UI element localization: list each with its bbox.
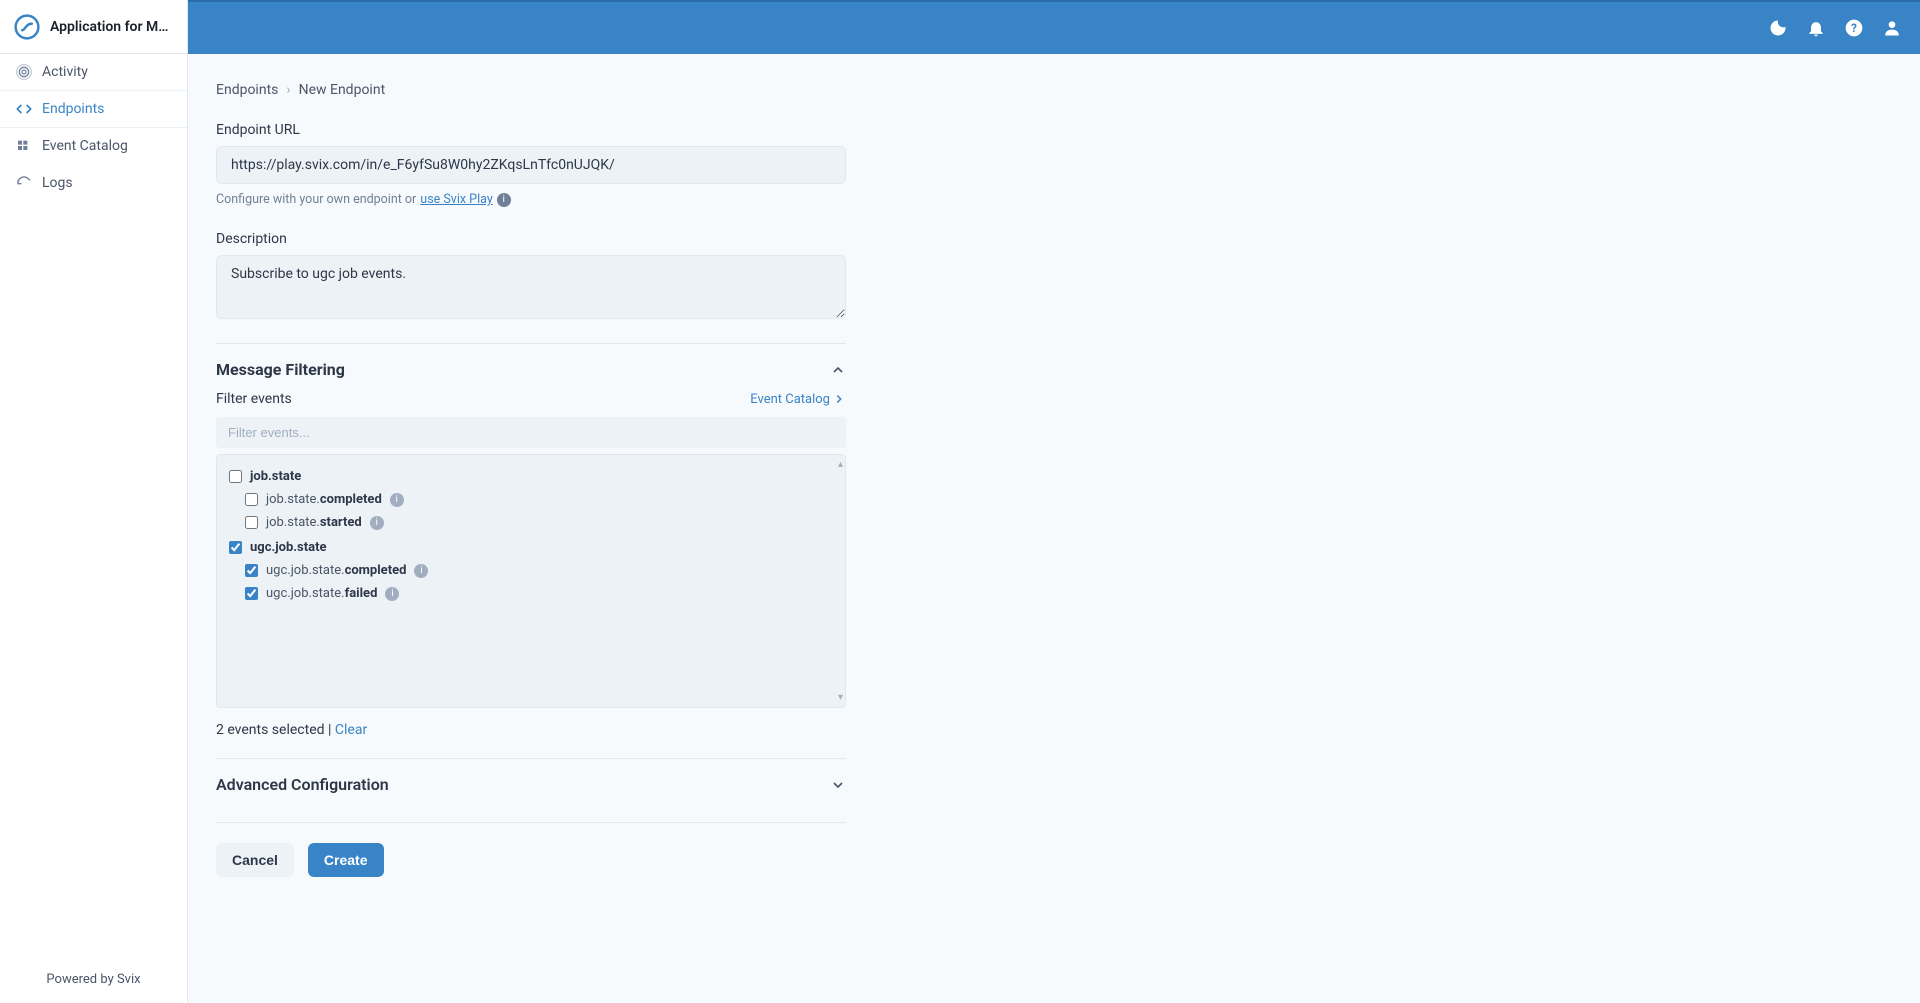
chevron-up-icon: [830, 362, 846, 378]
scroll-down-icon: ▾: [838, 692, 843, 703]
refresh-icon: [16, 175, 32, 191]
event-item[interactable]: job.state.completed i: [229, 488, 833, 511]
event-checkbox[interactable]: [229, 541, 242, 554]
advanced-config-header[interactable]: Advanced Configuration: [216, 759, 846, 802]
svix-play-link[interactable]: use Svix Play: [420, 192, 492, 207]
filter-events-label: Filter events: [216, 391, 292, 407]
topbar-right: ?: [188, 0, 1920, 54]
sidebar-footer: Powered by Svix: [0, 956, 187, 1003]
info-icon[interactable]: i: [497, 193, 511, 207]
sidebar-item-label: Event Catalog: [42, 138, 128, 154]
url-label: Endpoint URL: [216, 122, 846, 138]
event-checkbox[interactable]: [245, 493, 258, 506]
topbar-left: Application for Mov…: [0, 0, 188, 54]
create-button[interactable]: Create: [308, 843, 384, 877]
scroll-up-icon: ▴: [838, 459, 843, 470]
info-icon[interactable]: i: [390, 493, 404, 507]
clear-link[interactable]: Clear: [335, 722, 367, 738]
app-title: Application for Mov…: [50, 19, 173, 35]
breadcrumb-parent[interactable]: Endpoints: [216, 82, 278, 98]
event-group-label: ugc.job.state: [250, 540, 327, 555]
separator: |: [328, 722, 335, 738]
message-filtering-header[interactable]: Message Filtering: [216, 344, 846, 387]
sidebar-item-label: Logs: [42, 175, 73, 191]
event-group-label: job.state: [250, 469, 301, 484]
event-item-label: job.state.completed: [266, 492, 382, 507]
sidebar-item-activity[interactable]: Activity: [0, 54, 187, 91]
sidebar-item-logs[interactable]: Logs: [0, 165, 187, 202]
breadcrumb-current: New Endpoint: [299, 82, 386, 98]
sidebar-item-label: Activity: [42, 64, 88, 80]
chevron-right-icon: ›: [286, 82, 290, 98]
event-item[interactable]: ugc.job.state.completed i: [229, 559, 833, 582]
event-group[interactable]: job.state: [229, 465, 833, 488]
content: Endpoints › New Endpoint Endpoint URL Co…: [188, 54, 1920, 1003]
description-input[interactable]: [216, 255, 846, 319]
selected-count: 2 events selected: [216, 722, 325, 738]
endpoint-url-input[interactable]: [216, 146, 846, 184]
code-icon: [16, 101, 32, 117]
info-icon[interactable]: i: [414, 564, 428, 578]
event-item-label: ugc.job.state.completed: [266, 563, 406, 578]
description-label: Description: [216, 231, 846, 247]
catalog-icon: [16, 138, 32, 154]
topbar: Application for Mov… ?: [0, 0, 1920, 54]
event-item[interactable]: job.state.started i: [229, 511, 833, 534]
button-bar: Cancel Create: [216, 822, 846, 877]
selected-summary: 2 events selected | Clear: [216, 722, 846, 738]
event-item-label: job.state.started: [266, 515, 362, 530]
breadcrumb: Endpoints › New Endpoint: [216, 82, 846, 98]
section-title: Advanced Configuration: [216, 775, 389, 794]
bell-icon[interactable]: [1806, 18, 1826, 38]
sidebar-item-event-catalog[interactable]: Event Catalog: [0, 128, 187, 165]
event-item-label: ugc.job.state.failed: [266, 586, 377, 601]
activity-icon: [16, 64, 32, 80]
sidebar-item-endpoints[interactable]: Endpoints: [0, 91, 187, 128]
cancel-button[interactable]: Cancel: [216, 843, 294, 877]
dark-mode-icon[interactable]: [1768, 18, 1788, 38]
info-icon[interactable]: i: [370, 516, 384, 530]
event-group[interactable]: ugc.job.state: [229, 536, 833, 559]
section-title: Message Filtering: [216, 360, 345, 379]
svg-text:?: ?: [1851, 21, 1857, 35]
event-checkbox[interactable]: [229, 470, 242, 483]
sidebar-item-label: Endpoints: [42, 101, 104, 117]
event-checkbox[interactable]: [245, 516, 258, 529]
help-icon[interactable]: ?: [1844, 18, 1864, 38]
chevron-down-icon: [830, 777, 846, 793]
url-helper-text: Configure with your own endpoint or: [216, 192, 416, 207]
event-item[interactable]: ugc.job.state.failed i: [229, 582, 833, 605]
event-checkbox[interactable]: [245, 587, 258, 600]
event-catalog-link[interactable]: Event Catalog: [750, 392, 846, 407]
sidebar: Activity Endpoints Event Catalog Logs: [0, 54, 188, 1003]
url-helper: Configure with your own endpoint or use …: [216, 192, 846, 207]
filter-events-input[interactable]: [216, 417, 846, 448]
events-list: ▴ ▾ job.statejob.state.completedijob.sta…: [216, 454, 846, 708]
catalog-link-text: Event Catalog: [750, 392, 830, 407]
event-checkbox[interactable]: [245, 564, 258, 577]
user-icon[interactable]: [1882, 18, 1902, 38]
info-icon[interactable]: i: [385, 587, 399, 601]
logo-icon: [14, 14, 40, 40]
